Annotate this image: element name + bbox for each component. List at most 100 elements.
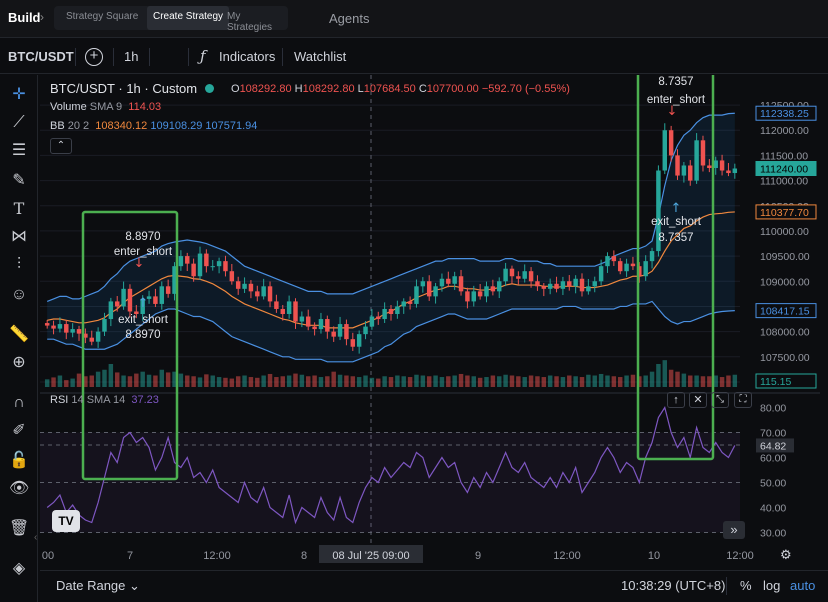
candle-body <box>369 316 375 327</box>
volume-bar <box>688 375 693 387</box>
tab-strategy-square[interactable]: Strategy Square <box>66 11 138 22</box>
magnet-icon[interactable]: ∩ <box>9 393 29 413</box>
candle-body <box>299 316 305 322</box>
lock-draw-icon[interactable]: ✐ <box>9 421 29 441</box>
volume-bar <box>261 375 266 387</box>
exit-short-arrow: ↑ <box>671 201 682 216</box>
watchlist-button[interactable]: Watchlist <box>294 49 346 64</box>
volume-bar <box>662 360 668 387</box>
volume-bar <box>312 375 317 387</box>
candle-body <box>127 288 133 312</box>
candle <box>662 123 668 175</box>
candle-body <box>554 283 559 289</box>
volume-bar <box>114 372 120 387</box>
volume-bar <box>471 376 476 387</box>
crosshair-icon[interactable]: ✛ <box>9 85 29 105</box>
candle-body <box>528 271 534 282</box>
volume-bar <box>255 377 260 387</box>
move-pane-up-icon[interactable]: ↑ <box>667 392 685 408</box>
candle-body <box>458 276 464 292</box>
candle-body <box>293 301 298 322</box>
time-tick-label: 8 <box>301 550 307 562</box>
candle-body <box>694 140 699 181</box>
volume-bar <box>592 375 597 387</box>
build-menu[interactable]: Build <box>8 10 41 25</box>
eye-icon[interactable]: 👁 <box>9 479 29 499</box>
collapse-pane-icon[interactable]: ⤡ <box>711 392 729 408</box>
volume-bar <box>102 369 107 387</box>
layers-icon[interactable]: ◈ <box>9 559 29 579</box>
candle-body <box>611 256 617 262</box>
candle-body <box>70 329 75 333</box>
clock-timezone[interactable]: 10:38:29 (UTC+8) <box>621 578 725 593</box>
candle-body <box>388 308 394 314</box>
price-badge-label: 111240.00 <box>760 164 808 176</box>
volume-bar <box>248 377 254 387</box>
price-badge-label: 110377.70 <box>760 207 809 219</box>
zoom-icon[interactable]: ⊕ <box>9 353 29 373</box>
candle-body <box>363 326 368 335</box>
volume-bar <box>286 375 292 387</box>
signal-value-label: 8.8970 <box>125 231 160 243</box>
volume-bar <box>458 373 464 387</box>
trend-line-icon[interactable]: ⟋ <box>9 113 29 133</box>
volume-bar <box>235 376 241 387</box>
enter-short-arrow: ↓ <box>667 104 678 119</box>
ruler-icon[interactable]: 📏 <box>9 325 29 345</box>
pattern-icon[interactable]: ⋈ <box>9 227 29 247</box>
horizontal-lines-icon[interactable]: ☰ <box>9 141 29 161</box>
log-toggle[interactable]: log <box>763 578 780 593</box>
volume-bar <box>185 375 190 387</box>
candle <box>694 133 699 184</box>
volume-bar <box>547 375 553 387</box>
indicators-icon[interactable]: ƒ <box>200 47 206 65</box>
volume-bar <box>719 377 725 387</box>
trash-icon[interactable]: 🗑 <box>9 519 29 539</box>
indicators-button[interactable]: Indicators <box>219 49 275 64</box>
collapse-legend-icon[interactable]: ⌃ <box>50 138 72 154</box>
interval-selector[interactable]: 1h <box>124 49 138 64</box>
price-chart[interactable]: 8.8970enter_short↓↑exit_short8.89708.735… <box>40 75 828 570</box>
candle-body <box>44 323 50 326</box>
candle-body <box>439 278 445 287</box>
volume-bar <box>242 375 247 387</box>
add-symbol-icon[interactable]: + <box>85 48 103 66</box>
chart-settings-icon[interactable]: ⚙ <box>780 547 792 563</box>
candle-body <box>242 283 247 289</box>
candle-body <box>649 251 655 262</box>
text-icon[interactable]: T <box>9 199 29 219</box>
candle-body <box>567 281 572 287</box>
time-tick-label: 00 <box>42 550 54 562</box>
close-pane-icon[interactable]: ✕ <box>689 392 707 408</box>
scroll-to-latest-icon[interactable]: » <box>723 521 745 539</box>
volume-bar <box>57 375 63 387</box>
candle-body <box>535 281 540 287</box>
percent-toggle[interactable]: % <box>740 578 752 593</box>
agents-link[interactable]: Agents <box>329 11 369 26</box>
volume-bar <box>726 375 731 387</box>
lock-icon[interactable]: 🔓 <box>9 451 29 471</box>
candle-body <box>51 325 56 329</box>
candle-body <box>605 256 610 267</box>
strategy-tab-group: Strategy Square Create Strategy My Strat… <box>54 6 288 33</box>
brush-icon[interactable]: ✎ <box>9 171 29 191</box>
tab-my-strategies[interactable]: My Strategies <box>227 11 288 33</box>
emoji-icon[interactable]: ☺ <box>9 285 29 305</box>
volume-bar <box>165 372 171 387</box>
candle-body <box>503 268 508 282</box>
auto-toggle[interactable]: auto <box>790 578 815 593</box>
candle-body <box>662 130 668 171</box>
date-range-button[interactable]: Date Range ⌄ <box>56 578 140 594</box>
measure-icon[interactable]: ⫶ <box>9 255 29 275</box>
symbol-selector[interactable]: BTC/USDT <box>8 49 74 64</box>
tab-create-strategy[interactable]: Create Strategy <box>147 6 230 30</box>
candle-body <box>688 165 693 181</box>
volume-bar <box>477 377 483 387</box>
drawing-toolbar: ✛ ⟋ ☰ ✎ T ⋈ ⫶ ☺ 📏 ⊕ ∩ ✐ 🔓 👁 🗑 ◈ <box>0 75 38 602</box>
volume-bar <box>681 373 687 387</box>
maximize-pane-icon[interactable]: ⛶ <box>734 392 752 408</box>
candle-body <box>598 266 604 282</box>
collapse-toolbar-icon[interactable]: ‹ <box>34 532 37 543</box>
candle-body <box>547 283 553 289</box>
volume-bar <box>344 375 349 387</box>
